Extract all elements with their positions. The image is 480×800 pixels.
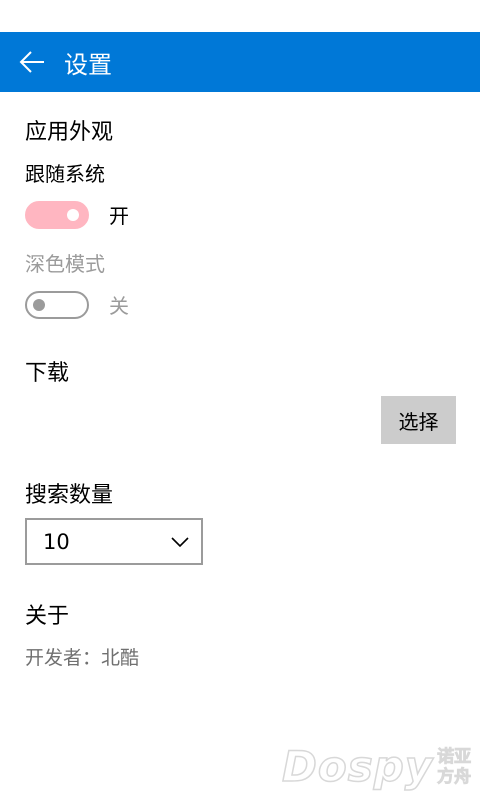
watermark-side: 诺亚 方舟 [437, 746, 472, 787]
appearance-section-title: 应用外观 [25, 120, 114, 145]
select-folder-button[interactable]: 选择 [381, 396, 456, 444]
toggle-knob [33, 298, 45, 311]
follow-system-label: 跟随系统 [25, 162, 105, 186]
watermark-main: Dospy [281, 741, 434, 792]
page-title: 设置 [64, 50, 112, 79]
follow-system-state-text: 开 [109, 204, 129, 228]
back-button[interactable] [0, 32, 64, 92]
search-count-value: 10 [43, 529, 70, 554]
dark-mode-toggle[interactable] [25, 290, 89, 319]
dark-mode-toggle-row: 关 [25, 290, 129, 319]
watermark-side-bottom: 方舟 [437, 766, 472, 787]
search-count-dropdown[interactable]: 10 [25, 518, 203, 565]
watermark-side-top: 诺亚 [437, 746, 472, 767]
dark-mode-label: 深色模式 [25, 252, 105, 276]
download-section-title: 下载 [25, 361, 70, 386]
follow-system-toggle[interactable] [25, 200, 89, 229]
toggle-knob [67, 208, 79, 221]
about-section-title: 关于 [25, 604, 70, 629]
chevron-down-icon [171, 536, 189, 547]
arrow-left-icon [19, 51, 44, 73]
status-bar [0, 0, 480, 32]
follow-system-toggle-row: 开 [25, 200, 129, 229]
watermark-logo: Dospy 诺亚 方舟 [281, 741, 472, 792]
developer-text: 开发者：北酷 [25, 647, 140, 669]
search-count-section-title: 搜索数量 [25, 483, 114, 508]
app-header: 设置 [0, 32, 480, 92]
dark-mode-state-text: 关 [109, 294, 129, 318]
